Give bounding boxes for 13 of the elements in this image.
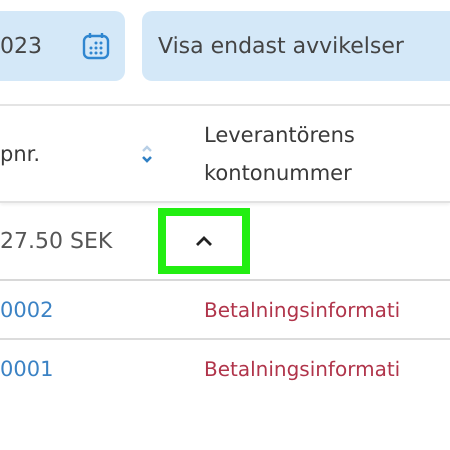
calendar-icon[interactable]	[81, 31, 111, 61]
sort-icon[interactable]	[140, 142, 154, 164]
column-header: Leverantörens kontonummer	[204, 122, 356, 186]
collapse-button[interactable]	[158, 208, 250, 274]
table-cell[interactable]: 0002	[0, 298, 204, 322]
date-value: 023	[0, 34, 42, 58]
table-cell[interactable]: Betalningsinformati	[204, 298, 450, 322]
column-header: pnr.	[0, 140, 40, 168]
group-total: 27.50 SEK	[0, 228, 114, 254]
table-cell[interactable]: Betalningsinformati	[204, 356, 450, 380]
date-field[interactable]: 023	[0, 11, 125, 81]
table-cell[interactable]: 0001	[0, 356, 204, 380]
filter-toggle-button[interactable]: Visa endast avvikelser	[142, 11, 450, 81]
